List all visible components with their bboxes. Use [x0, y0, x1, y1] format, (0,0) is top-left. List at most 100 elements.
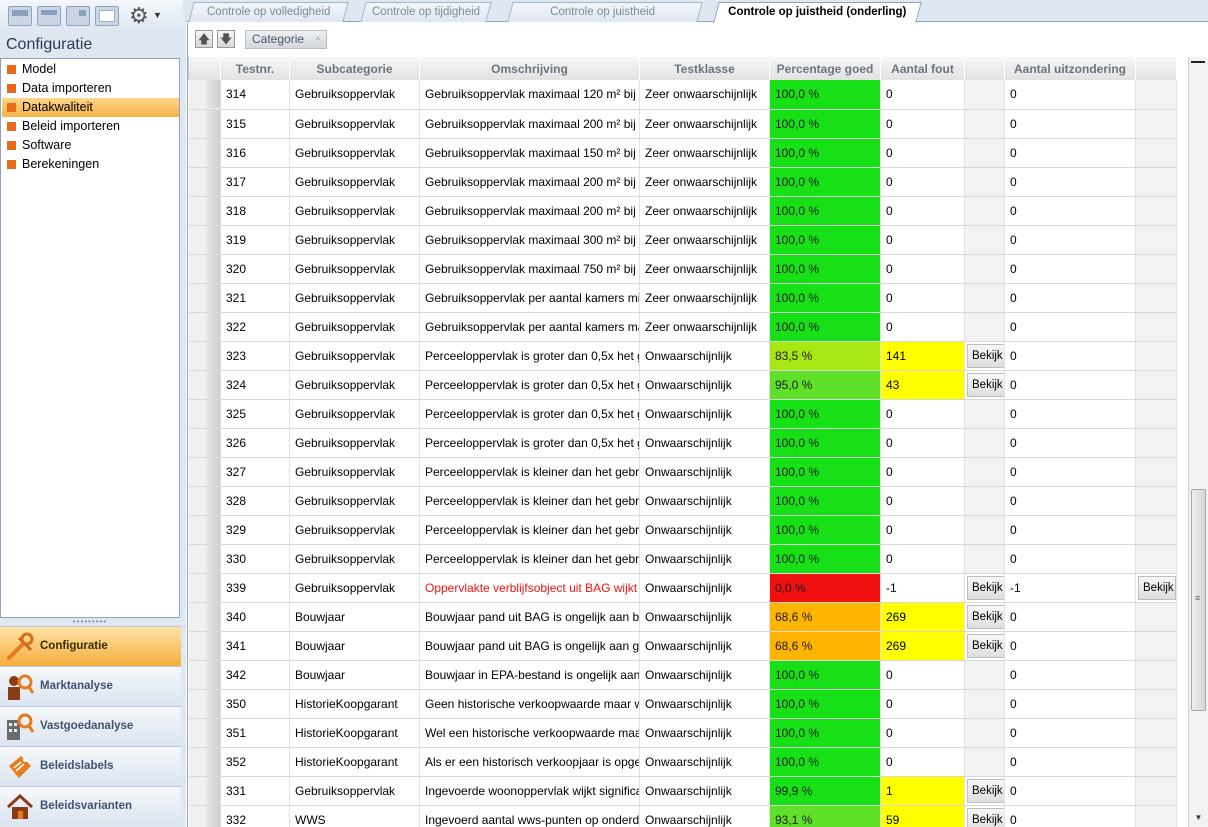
row-selector[interactable]: [188, 167, 221, 197]
col-subcategorie-header[interactable]: Subcategorie: [289, 57, 420, 80]
row-selector[interactable]: [188, 254, 221, 284]
table-row[interactable]: 321 Gebruiksoppervlak Gebruiksoppervlak pe…: [188, 283, 1177, 313]
table-row[interactable]: 331 Gebruiksoppervlak Ingevoerde woonopper…: [188, 776, 1177, 806]
row-selector[interactable]: [188, 312, 221, 342]
bekijk-button[interactable]: Bekijk: [967, 575, 1004, 600]
row-handle[interactable]: [205, 254, 220, 282]
bekijk-button[interactable]: Bekijk: [967, 372, 1004, 397]
table-row[interactable]: 329 Gebruiksoppervlak Perceeloppervlak is …: [188, 515, 1177, 545]
settings-dropdown-button[interactable]: ⚙ ▼: [127, 4, 162, 28]
move-up-button[interactable]: 🡅: [195, 30, 213, 48]
tab-4[interactable]: Controle op juistheid (onderling): [713, 2, 922, 23]
bekijk-button[interactable]: Bekijk: [967, 633, 1004, 658]
move-down-button[interactable]: 🡇: [217, 30, 235, 48]
tab-2[interactable]: Controle op tijdigheid: [360, 2, 492, 22]
panel-splitter[interactable]: •••••••••: [0, 618, 180, 626]
table-row[interactable]: 342 Bouwjaar Bouwjaar in EPA-bestand is on…: [188, 660, 1177, 690]
table-row[interactable]: 326 Gebruiksoppervlak Perceeloppervlak is …: [188, 428, 1177, 458]
tree-item[interactable]: Datakwaliteit: [2, 98, 179, 117]
table-row[interactable]: 328 Gebruiksoppervlak Perceeloppervlak is …: [188, 486, 1177, 516]
bekijk-button[interactable]: Bekijk: [967, 604, 1004, 629]
row-handle[interactable]: [205, 631, 220, 659]
row-handle[interactable]: [205, 805, 220, 827]
row-handle[interactable]: [205, 138, 220, 166]
row-handle[interactable]: [205, 109, 220, 137]
layout-2-button[interactable]: [37, 6, 61, 26]
tree-item[interactable]: Beleid importeren: [2, 117, 179, 136]
table-row[interactable]: 352 HistorieKoopgarant Als er een historis…: [188, 747, 1177, 777]
layout-4-button[interactable]: [95, 6, 119, 26]
row-handle[interactable]: [205, 225, 220, 253]
table-row[interactable]: 350 HistorieKoopgarant Geen historische ve…: [188, 689, 1177, 719]
row-handle[interactable]: [205, 196, 220, 224]
row-selector[interactable]: [188, 196, 221, 226]
row-selector[interactable]: [188, 457, 221, 487]
row-selector[interactable]: [188, 486, 221, 516]
row-handle[interactable]: [205, 370, 220, 398]
row-selector[interactable]: [188, 544, 221, 574]
row-selector[interactable]: [188, 747, 221, 777]
col-testklasse-header[interactable]: Testklasse: [639, 57, 770, 80]
col-aantal-uitzondering-header[interactable]: Aantal uitzondering: [1004, 57, 1136, 80]
scrollbar-thumb[interactable]: ≡: [1191, 489, 1206, 711]
nav-vastgoedanalyse-button[interactable]: Vastgoedanalyse: [0, 706, 181, 746]
row-handle[interactable]: [205, 341, 220, 369]
row-selector[interactable]: [188, 805, 221, 827]
row-selector[interactable]: [188, 573, 221, 603]
row-handle[interactable]: [205, 747, 220, 775]
tree-item[interactable]: Software: [2, 136, 179, 155]
tab-3[interactable]: Controle op juistheid (bandbreedte): [507, 2, 703, 36]
table-row[interactable]: 330 Gebruiksoppervlak Perceeloppervlak is …: [188, 544, 1177, 574]
row-handle[interactable]: [205, 80, 220, 108]
row-handle[interactable]: [205, 776, 220, 804]
row-selector[interactable]: [188, 428, 221, 458]
table-row[interactable]: 341 Bouwjaar Bouwjaar pand uit BAG is onge…: [188, 631, 1177, 661]
row-selector[interactable]: [188, 631, 221, 661]
row-handle[interactable]: [205, 544, 220, 572]
table-row[interactable]: 315 Gebruiksoppervlak Gebruiksoppervlak ma…: [188, 109, 1177, 139]
row-handle[interactable]: [205, 573, 220, 601]
row-handle[interactable]: [205, 312, 220, 340]
row-selector[interactable]: [188, 399, 221, 429]
row-selector[interactable]: [188, 689, 221, 719]
row-handle[interactable]: [205, 486, 220, 514]
bekijk-button[interactable]: Bekijk: [967, 778, 1004, 803]
table-row[interactable]: 318 Gebruiksoppervlak Gebruiksoppervlak ma…: [188, 196, 1177, 226]
tree-item[interactable]: Berekeningen: [2, 155, 179, 174]
nav-beleidslabels-button[interactable]: Beleidslabels: [0, 746, 181, 786]
row-handle[interactable]: [205, 515, 220, 543]
vertical-scrollbar[interactable]: ≡ ▼: [1188, 57, 1208, 827]
row-selector[interactable]: [188, 718, 221, 748]
row-handle[interactable]: [205, 428, 220, 456]
table-row[interactable]: 327 Gebruiksoppervlak Perceeloppervlak is …: [188, 457, 1177, 487]
table-row[interactable]: 340 Bouwjaar Bouwjaar pand uit BAG is onge…: [188, 602, 1177, 632]
bekijk-button[interactable]: Bekijk: [967, 343, 1004, 368]
col-testnr-header[interactable]: Testnr.: [220, 57, 290, 80]
table-row[interactable]: 322 Gebruiksoppervlak Gebruiksoppervlak pe…: [188, 312, 1177, 342]
table-row[interactable]: 332 WWS Ingevoerd aantal wws-punten op ond…: [188, 805, 1177, 827]
row-handle[interactable]: [205, 689, 220, 717]
scroll-down-arrow[interactable]: ▼: [1189, 811, 1208, 825]
table-row[interactable]: 316 Gebruiksoppervlak Gebruiksoppervlak ma…: [188, 138, 1177, 168]
col-aantal-fout-header[interactable]: Aantal fout: [880, 57, 965, 80]
row-handle[interactable]: [205, 602, 220, 630]
row-handle[interactable]: [205, 660, 220, 688]
layout-1-button[interactable]: [8, 6, 32, 26]
group-by-category-chip[interactable]: Categorie ^: [245, 30, 327, 49]
table-row[interactable]: 339 Gebruiksoppervlak Oppervlakte verblijf…: [188, 573, 1177, 603]
nav-configuratie-button[interactable]: Configuratie: [0, 626, 181, 666]
col-percentage-goed-header[interactable]: Percentage goed: [769, 57, 881, 80]
table-row[interactable]: 320 Gebruiksoppervlak Gebruiksoppervlak ma…: [188, 254, 1177, 284]
row-selector[interactable]: [188, 225, 221, 255]
row-handle[interactable]: [205, 399, 220, 427]
tab-1[interactable]: Controle op volledigheid: [188, 2, 349, 22]
row-handle[interactable]: [205, 718, 220, 746]
row-selector[interactable]: [188, 370, 221, 400]
table-row[interactable]: 314 Gebruiksoppervlak Gebruiksoppervlak ma…: [188, 80, 1177, 110]
layout-3-button[interactable]: [66, 6, 90, 26]
bekijk-uitzondering-button[interactable]: Bekijk: [1138, 575, 1176, 600]
col-omschrijving-header[interactable]: Omschrijving: [419, 57, 640, 80]
row-selector[interactable]: [188, 776, 221, 806]
row-selector[interactable]: [188, 283, 221, 313]
nav-beleidsvarianten-button[interactable]: Beleidsvarianten: [0, 786, 181, 826]
